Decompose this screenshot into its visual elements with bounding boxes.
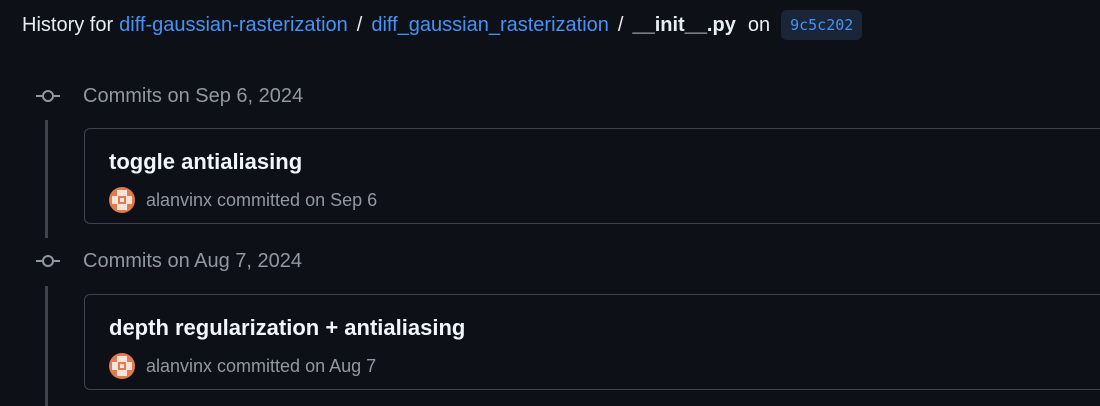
timeline-rail xyxy=(45,120,48,238)
commit-card[interactable]: toggle antialiasing alanvinx committed o… xyxy=(84,128,1100,224)
user-avatar[interactable] xyxy=(109,353,135,379)
commit-message-link[interactable]: depth regularization + antialiasing xyxy=(109,315,465,341)
history-prefix: History for xyxy=(22,13,114,36)
user-avatar[interactable] xyxy=(109,187,135,213)
breadcrumb: History for diff-gaussian-rasterization … xyxy=(22,8,863,42)
breadcrumb-separator: / xyxy=(356,13,363,36)
git-commit-icon xyxy=(36,90,60,102)
author-link[interactable]: alanvinx xyxy=(146,356,212,377)
commit-group-header: Commits on Sep 6, 2024 xyxy=(34,82,303,110)
timeline-rail xyxy=(45,286,48,406)
group-date-title: Commits on Sep 6, 2024 xyxy=(83,84,304,107)
commit-meta: alanvinx committed on Aug 7 xyxy=(109,353,376,379)
commit-sha-badge[interactable]: 9c5c202 xyxy=(781,10,863,40)
breadcrumb-separator: / xyxy=(617,13,624,36)
group-date-title: Commits on Aug 7, 2024 xyxy=(83,249,303,272)
commit-date-text: committed on Aug 7 xyxy=(217,355,377,376)
commit-card[interactable]: depth regularization + antialiasing alan… xyxy=(84,294,1100,390)
on-label: on xyxy=(747,13,771,36)
git-commit-icon xyxy=(36,255,60,267)
author-link[interactable]: alanvinx xyxy=(146,190,212,211)
repo-link[interactable]: diff-gaussian-rasterization xyxy=(119,14,348,37)
commit-group-header: Commits on Aug 7, 2024 xyxy=(34,247,302,275)
file-name: __init__.py xyxy=(632,13,736,36)
commit-meta: alanvinx committed on Sep 6 xyxy=(109,187,377,213)
commit-date-text: committed on Sep 6 xyxy=(217,189,378,210)
folder-link[interactable]: diff_gaussian_rasterization xyxy=(371,14,609,37)
commit-message-link[interactable]: toggle antialiasing xyxy=(109,149,302,175)
